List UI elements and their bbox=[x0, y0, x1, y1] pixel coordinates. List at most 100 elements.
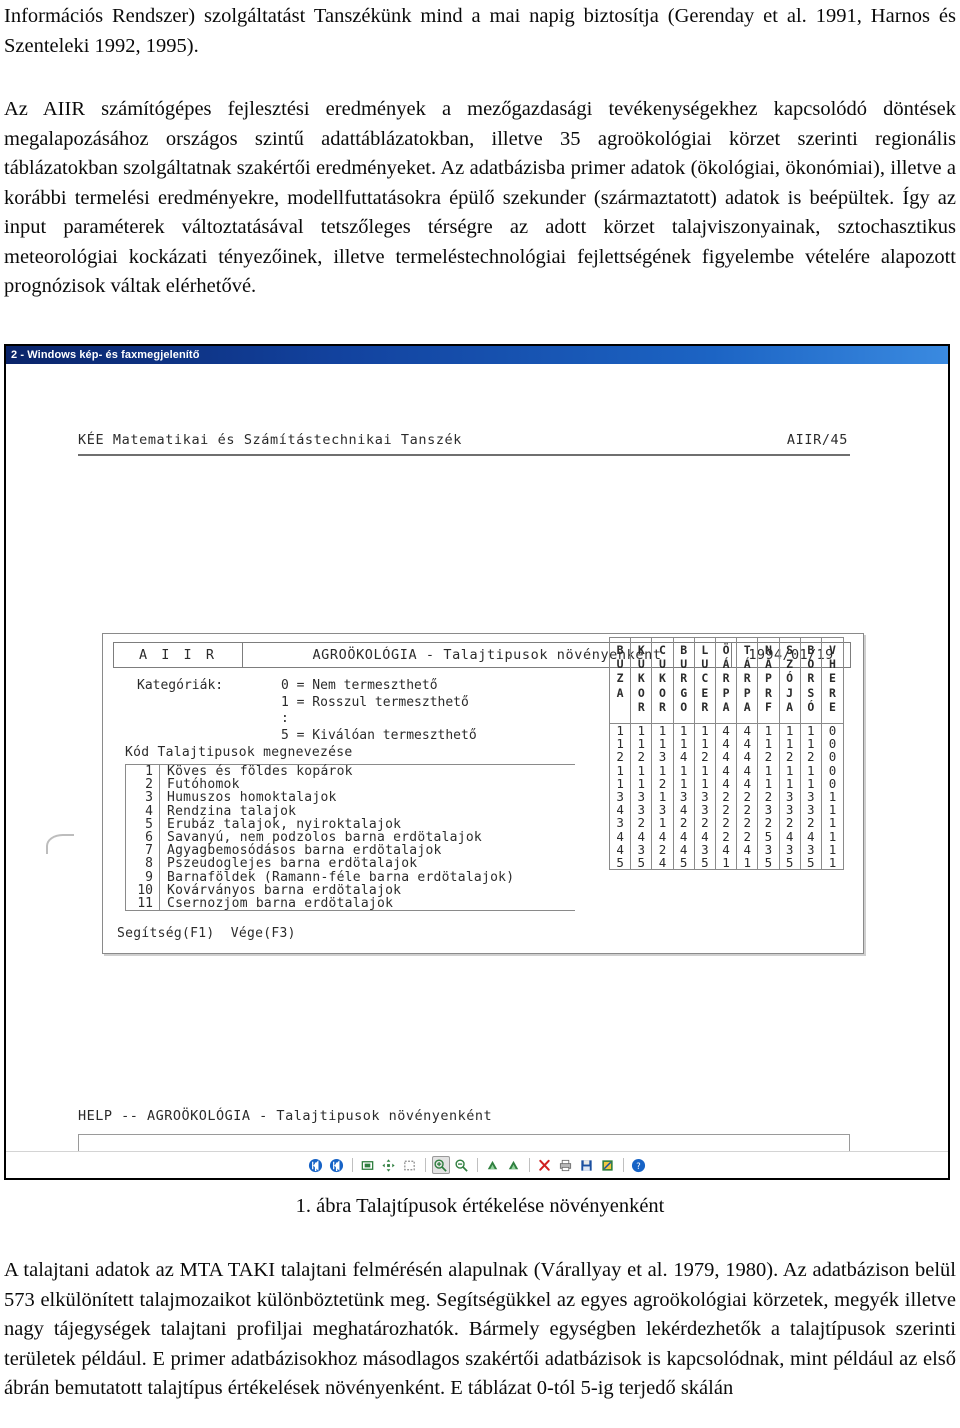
paragraph-aiir: Az AIIR számítógépes fejlesztési eredmén… bbox=[4, 98, 956, 297]
matrix-cell: 1 bbox=[828, 828, 837, 844]
top-text-block: Információs Rendszer) szolgáltatást Tans… bbox=[4, 2, 956, 302]
matrix-column-cells: 44444222241 bbox=[716, 724, 736, 869]
matrix-column: TÁRPA44444222241 bbox=[737, 638, 759, 869]
sheet-header-right: AIIR/45 bbox=[786, 432, 848, 448]
matrix-cell: 2 bbox=[658, 841, 667, 857]
table-row[interactable]: 9 Barnaföldek (Ramann-féle barna erdötala… bbox=[126, 870, 575, 884]
toolbar-separator bbox=[476, 1158, 478, 1172]
matrix-cell: 0 bbox=[828, 775, 837, 791]
matrix-cell: 2 bbox=[701, 815, 709, 831]
matrix-cell: 1 bbox=[807, 762, 815, 778]
matrix-column: SZÓJA11211332435 bbox=[779, 638, 801, 869]
matrix-column-cells: 11211332435 bbox=[631, 724, 651, 869]
select-area-icon[interactable] bbox=[401, 1156, 419, 1174]
matrix-column: BUZA11211343445 bbox=[610, 638, 632, 869]
matrix-cell: 2 bbox=[637, 815, 646, 831]
matrix-cell: 2 bbox=[764, 749, 773, 765]
next-image-icon[interactable]: ❙ bbox=[328, 1156, 346, 1174]
crop-suitability-matrix: BUZA11211343445KUKOR11211332435CUKOR1131… bbox=[609, 637, 845, 871]
matrix-cell: 1 bbox=[764, 775, 773, 791]
matrix-cell: 1 bbox=[722, 854, 730, 870]
matrix-cell: 4 bbox=[722, 749, 730, 765]
table-row[interactable]: 10 Kovárványos barna erdötalajok bbox=[126, 883, 575, 897]
matrix-cell: 5 bbox=[616, 854, 624, 870]
matrix-cell: 3 bbox=[616, 815, 624, 831]
matrix-cell: 2 bbox=[764, 815, 773, 831]
soil-code: 7 bbox=[126, 844, 160, 858]
rotate-left-icon[interactable] bbox=[484, 1156, 502, 1174]
table-row[interactable]: 8 Pszeudoglejes barna erdötalajok bbox=[126, 857, 575, 871]
paragraph-intro: Információs Rendszer) szolgáltatást Tans… bbox=[4, 5, 956, 57]
print-icon[interactable] bbox=[557, 1156, 575, 1174]
viewer-toolbar[interactable]: ❙❙? bbox=[6, 1151, 948, 1178]
viewer-titlebar[interactable]: 2 - Windows kép- és faxmegjelenítő bbox=[6, 346, 948, 364]
matrix-cell: 3 bbox=[764, 841, 773, 857]
actual-size-icon[interactable] bbox=[380, 1156, 398, 1174]
matrix-cell: 4 bbox=[658, 828, 667, 844]
matrix-cell: 1 bbox=[616, 762, 624, 778]
soil-name: Erubáz talajok, nyiroktalajok bbox=[167, 816, 402, 832]
crop-column-header: VHERE bbox=[821, 638, 844, 724]
matrix-cell: 1 bbox=[764, 762, 773, 778]
soil-code: 9 bbox=[126, 870, 160, 884]
column-header-kod: Kód Talajtipusok megnevezése bbox=[125, 745, 353, 760]
help-status-line: HELP -- AGROÖKOLÓGIA - Talajtipusok növé… bbox=[78, 1108, 493, 1124]
crop-column-header: BUZA bbox=[610, 638, 631, 724]
delete-icon[interactable] bbox=[536, 1156, 554, 1174]
help-icon[interactable]: ? bbox=[630, 1156, 648, 1174]
table-row[interactable]: 3 Humuszos homoktalajok bbox=[126, 791, 575, 805]
save-icon[interactable] bbox=[578, 1156, 596, 1174]
matrix-cell: 0 bbox=[828, 762, 837, 778]
matrix-cell: 1 bbox=[807, 775, 815, 791]
matrix-cell: 1 bbox=[679, 762, 688, 778]
crop-column-header: KUKOR bbox=[631, 638, 652, 724]
legend-line: 0 = Nem termeszthető bbox=[281, 678, 438, 693]
matrix-cell: 4 bbox=[679, 841, 688, 857]
table-row[interactable]: 4 Rendzina talajok bbox=[126, 803, 575, 819]
matrix-cell: 4 bbox=[807, 828, 815, 844]
soil-name: Rendzina talajok bbox=[167, 803, 297, 819]
edit-image-icon[interactable] bbox=[599, 1156, 617, 1174]
matrix-column-cells: 11411342445 bbox=[674, 724, 694, 869]
matrix-column: VHERE00000111111 bbox=[821, 638, 844, 869]
matrix-cell: 3 bbox=[658, 749, 667, 765]
soil-name: Csernozjom barna erdötalajok bbox=[167, 895, 394, 911]
matrix-cell: 5 bbox=[764, 828, 773, 844]
rotate-right-icon[interactable] bbox=[505, 1156, 523, 1174]
matrix-column: BURGO11411342445 bbox=[673, 638, 695, 869]
table-row[interactable]: 5 Erubáz talajok, nyiroktalajok bbox=[126, 818, 575, 831]
soil-code: 4 bbox=[126, 804, 160, 818]
image-viewer-window[interactable]: 2 - Windows kép- és faxmegjelenítő KÉE M… bbox=[4, 344, 950, 1180]
matrix-column: CUKOR11312131424 bbox=[652, 638, 674, 870]
crop-column-header: SZÓJA bbox=[779, 638, 800, 724]
soil-type-table: 1 Köves és földes kopárok 2 Futóhomok 3 Humus… bbox=[125, 764, 575, 912]
toolbar-separator bbox=[424, 1158, 426, 1172]
matrix-column-cells: 11211232535 bbox=[758, 724, 778, 869]
matrix-cell: 1 bbox=[828, 841, 837, 857]
matrix-column: NAPRF11211232535 bbox=[758, 638, 780, 869]
matrix-cell: 4 bbox=[658, 854, 667, 870]
matrix-cell: 1 bbox=[637, 775, 646, 791]
soil-code: 1 bbox=[126, 765, 160, 779]
matrix-cell: 5 bbox=[807, 854, 815, 870]
matrix-cell: 5 bbox=[637, 854, 646, 870]
crop-column-header: LUCER bbox=[694, 638, 715, 724]
sheet-header-rule bbox=[78, 454, 850, 456]
zoom-in-icon[interactable] bbox=[431, 1156, 450, 1174]
matrix-cell: 2 bbox=[637, 749, 646, 765]
matrix-cell: 4 bbox=[679, 828, 688, 844]
matrix-cell: 5 bbox=[764, 854, 773, 870]
matrix-column-cells: 11211332435 bbox=[801, 724, 821, 869]
matrix-cell: 1 bbox=[616, 775, 624, 791]
matrix-cell: 4 bbox=[722, 762, 730, 778]
legend-label: Kategóriák: bbox=[137, 678, 224, 693]
best-fit-icon[interactable] bbox=[359, 1156, 377, 1174]
crop-column-header: TÁRPA bbox=[737, 638, 758, 724]
sheet-header-left: KÉE Matematikai és Számítástechnikai Tan… bbox=[78, 432, 463, 448]
matrix-cell: 0 bbox=[828, 749, 837, 765]
first-image-icon[interactable]: ❙ bbox=[307, 1156, 325, 1174]
zoom-out-icon[interactable] bbox=[453, 1156, 471, 1174]
soil-code: 8 bbox=[126, 857, 160, 871]
table-row[interactable]: 11 Csernozjom barna erdötalajok bbox=[126, 895, 575, 911]
matrix-column-cells: 11211343445 bbox=[610, 724, 630, 869]
